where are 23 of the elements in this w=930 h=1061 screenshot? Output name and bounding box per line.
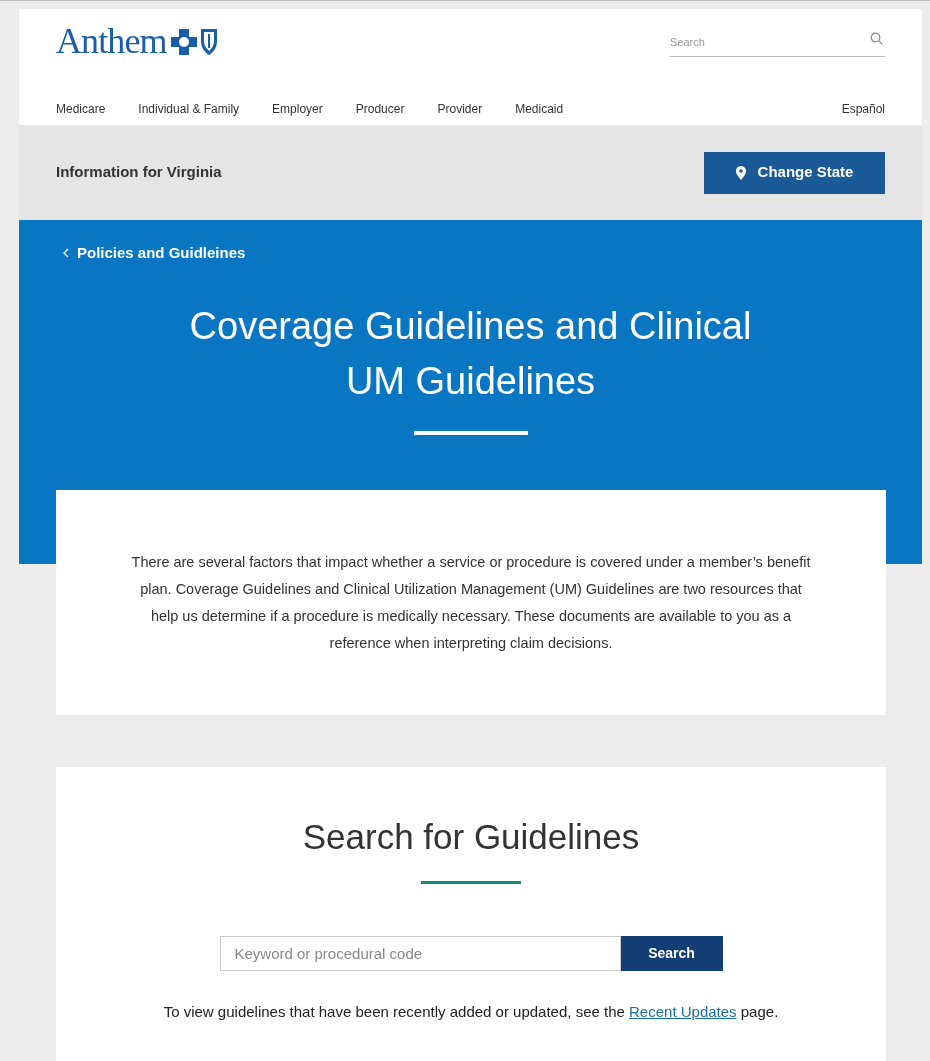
nav-link[interactable]: Individual & Family <box>138 100 240 118</box>
recent-updates-link[interactable]: Recent Updates <box>629 1003 737 1020</box>
nav-link[interactable]: Medicare <box>56 100 106 118</box>
nav-link[interactable]: Producer <box>355 100 405 118</box>
language-link[interactable]: Español <box>841 100 885 118</box>
search-icon <box>870 32 883 45</box>
section-title: Search for Guidelines <box>302 817 640 857</box>
location-pin-icon <box>735 165 746 180</box>
recent-updates-note: To view guidelines that have been recently added or updated, see the Recent Updates page. <box>163 1002 779 1022</box>
change-state-button[interactable]: Change State <box>704 151 885 194</box>
keyword-field[interactable]: Keyword or procedural code <box>219 936 621 971</box>
nav-link[interactable]: Provider <box>437 100 483 118</box>
search-field[interactable]: Search <box>670 32 885 57</box>
intro-paragraph: There are several factors that impact whether a service or procedure is covered under a member’s benefit plan. Coverage Guidelines and Clinical Utilization Management (UM) Guidelines are two resources that help us determine if a procedure is medically necessary. These documents are available to you as a reference when interpreting claim decisions. <box>131 552 811 653</box>
chevron-left-icon <box>63 248 69 259</box>
nav-link[interactable]: Employer <box>272 100 323 118</box>
search-button[interactable]: Search <box>620 936 723 971</box>
cross-shield-icon <box>170 27 219 57</box>
nav-link[interactable]: Medicaid <box>515 100 564 118</box>
logo-text: Anthem <box>56 21 167 61</box>
state-label: Information for Virginia <box>56 162 222 183</box>
back-link[interactable]: Policies and Guidleines <box>63 242 246 265</box>
page-title: Coverage Guidelines and Clinical UM Guidelines <box>188 303 753 404</box>
